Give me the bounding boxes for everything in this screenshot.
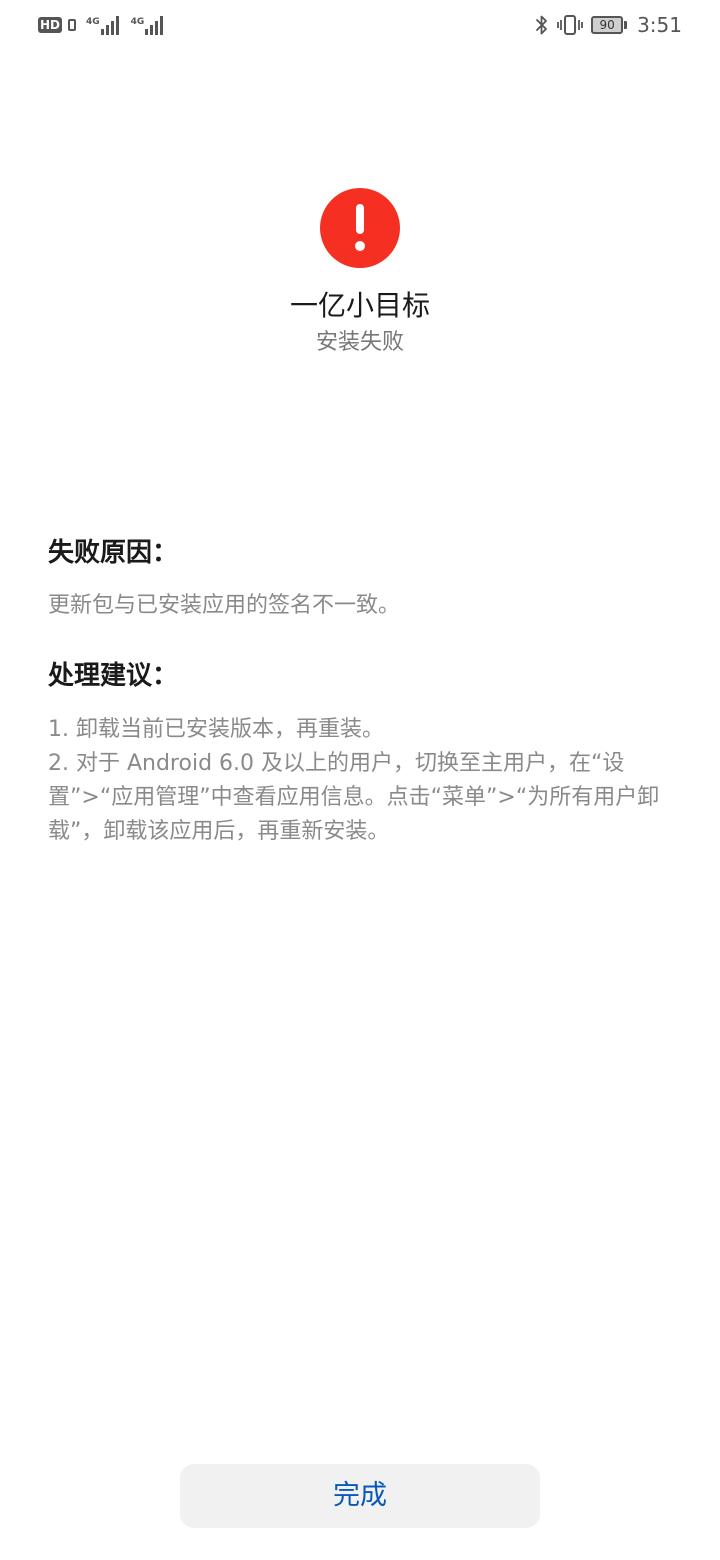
failure-reason-description: 更新包与已安装应用的签名不一致。 — [48, 593, 401, 618]
exclamation-circle-icon — [320, 188, 400, 268]
vibrate-icon — [557, 15, 583, 35]
bluetooth-icon — [536, 15, 547, 35]
suggestion-list: 1. 卸载当前已安装版本，再重装。 2. 对于 Android 6.0 及以上的… — [48, 713, 678, 849]
signal-icon — [145, 15, 164, 35]
suggestion-item: 2. 对于 Android 6.0 及以上的用户，切换至主用户，在“设置”>“应… — [48, 751, 660, 844]
status-bar-left: HD 4G 4G — [38, 12, 169, 38]
battery-level: 90 — [591, 16, 624, 34]
sim1-signal: 4G — [86, 15, 119, 35]
install-status: 安装失败 — [315, 330, 404, 355]
status-time: 3:51 — [637, 13, 682, 37]
app-name: 一亿小目标 — [289, 289, 430, 322]
sim2-signal: 4G — [131, 15, 164, 35]
suggestion-title: 处理建议： — [48, 661, 179, 691]
sim2-network-type: 4G — [130, 17, 145, 27]
failure-reason-title: 失败原因： — [48, 538, 179, 568]
signal-icon — [100, 15, 119, 35]
status-bar: HD 4G 4G 90 3:51 — [0, 0, 720, 50]
failure-reason-text: 更新包与已安装应用的签名不一致。 — [48, 589, 678, 623]
status-bar-right: 90 3:51 — [535, 10, 682, 40]
battery-icon: 90 — [591, 16, 628, 34]
sim1-network-type: 4G — [86, 17, 100, 27]
suggestion-item: 1. 卸载当前已安装版本，再重装。 — [48, 717, 384, 742]
done-button[interactable]: 完成 — [180, 1464, 540, 1528]
hd-voice-icon: HD — [38, 17, 63, 33]
sim-icon — [68, 19, 77, 31]
